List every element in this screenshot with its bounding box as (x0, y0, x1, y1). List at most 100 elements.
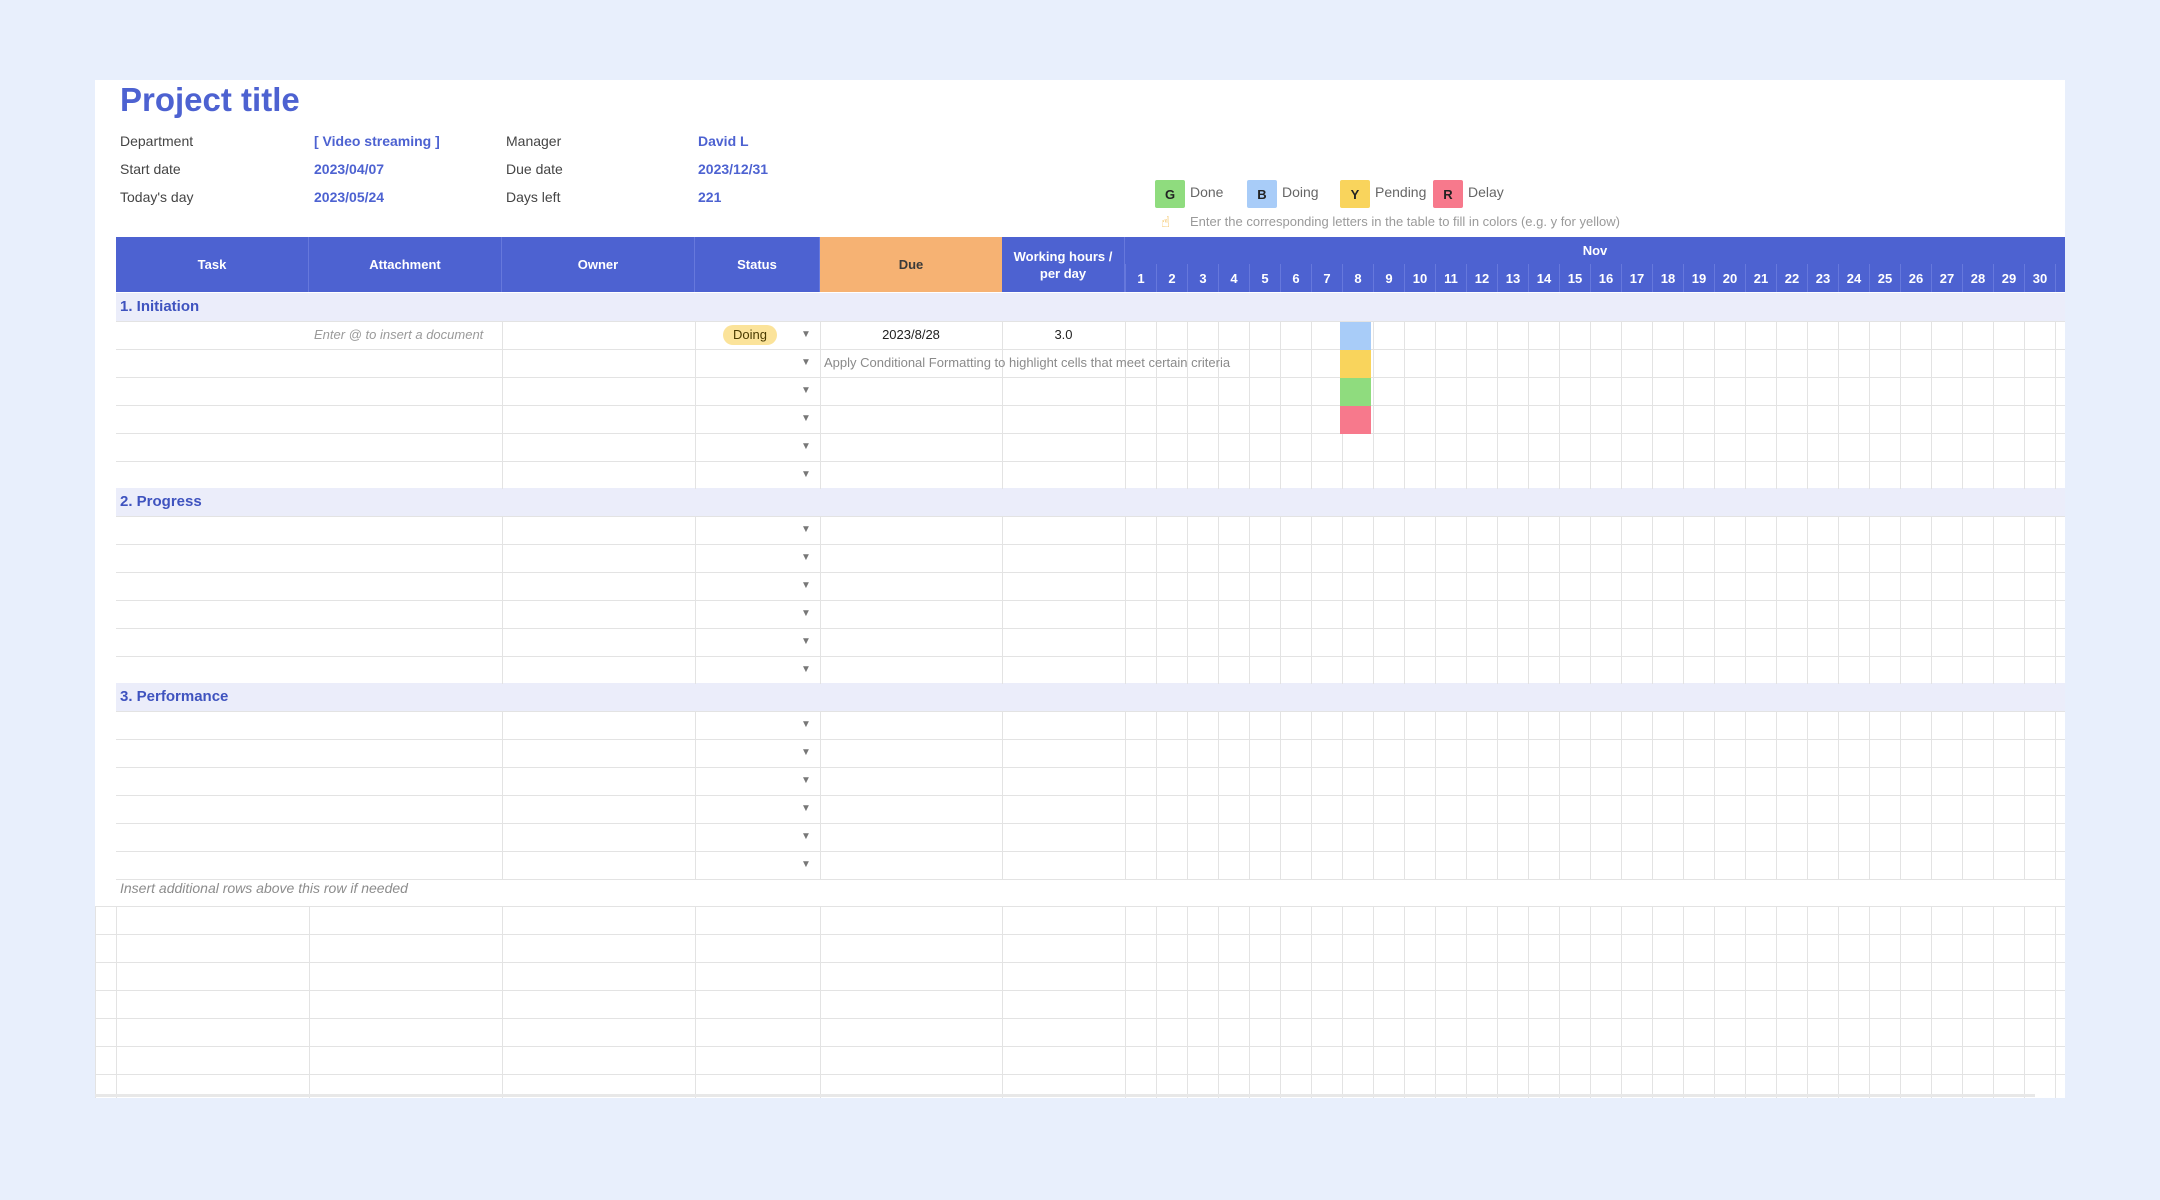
status-dropdown-arrow[interactable]: ▼ (801, 767, 811, 795)
row-divider (116, 767, 2065, 768)
row-divider (116, 739, 2065, 740)
department-label: Department (120, 133, 194, 149)
day-header: 27 (1931, 264, 1962, 292)
row-divider (116, 600, 2065, 601)
section-initiation-label[interactable]: 1. Initiation (120, 293, 199, 321)
row-divider (116, 544, 2065, 545)
due-date-value[interactable]: 2023/12/31 (698, 160, 768, 178)
status-dropdown-arrow[interactable]: ▼ (801, 795, 811, 823)
day-header: 2 (1156, 264, 1187, 292)
day-header: 3 (1187, 264, 1218, 292)
day-header: 17 (1621, 264, 1652, 292)
legend-label-pending: Pending (1375, 184, 1427, 200)
status-dropdown-arrow[interactable]: ▼ (801, 349, 811, 377)
manager-value[interactable]: David L (698, 132, 749, 150)
header-working-hours: Working hours / per day (1002, 237, 1125, 292)
status-dropdown-arrow[interactable]: ▼ (801, 377, 811, 405)
gantt-cell[interactable] (1340, 378, 1371, 406)
legend-label-doing: Doing (1282, 184, 1319, 200)
day-header: 21 (1745, 264, 1776, 292)
day-header: 19 (1683, 264, 1714, 292)
status-dropdown-arrow[interactable]: ▼ (801, 656, 811, 684)
status-dropdown-arrow[interactable]: ▼ (801, 600, 811, 628)
day-header: 6 (1280, 264, 1311, 292)
status-dropdown-arrow[interactable]: ▼ (801, 544, 811, 572)
header-attachment: Attachment (309, 237, 502, 292)
legend-swatch-delay: R (1433, 180, 1463, 208)
status-dropdown-arrow[interactable]: ▼ (801, 433, 811, 461)
status-dropdown-arrow[interactable]: ▼ (801, 516, 811, 544)
legend-swatch-pending: Y (1340, 180, 1370, 208)
day-header: 18 (1652, 264, 1683, 292)
row-divider (95, 990, 2065, 991)
status-dropdown-arrow[interactable]: ▼ (801, 711, 811, 739)
due-date-label: Due date (506, 161, 563, 177)
row-divider (116, 628, 2065, 629)
section-row[interactable] (116, 293, 2065, 321)
day-header: 4 (1218, 264, 1249, 292)
row-divider (95, 934, 2065, 935)
day-header: 5 (1249, 264, 1280, 292)
header-task: Task (116, 237, 309, 292)
status-dropdown-arrow[interactable]: ▼ (801, 628, 811, 656)
day-header: 8 (1342, 264, 1373, 292)
row-divider (95, 1018, 2065, 1019)
day-header: 29 (1993, 264, 2024, 292)
start-date-value[interactable]: 2023/04/07 (314, 160, 384, 178)
status-dropdown-arrow[interactable]: ▼ (801, 405, 811, 433)
attachment-placeholder[interactable]: Enter @ to insert a document (314, 321, 483, 349)
header-working-hours-line1: Working hours / (1013, 248, 1113, 264)
day-header: 30 (2024, 264, 2055, 292)
row-divider (116, 851, 2065, 852)
status-dropdown-arrow[interactable]: ▼ (801, 739, 811, 767)
due-date-cell[interactable]: 2023/8/28 (820, 321, 1002, 349)
day-header: 15 (1559, 264, 1590, 292)
legend-label-delay: Delay (1468, 184, 1504, 200)
row-divider (95, 1074, 2065, 1075)
row-divider (116, 405, 2065, 406)
day-header: 13 (1497, 264, 1528, 292)
gantt-cell[interactable] (1340, 406, 1371, 434)
gantt-cell[interactable] (1340, 322, 1371, 350)
row-divider (116, 879, 2065, 880)
day-header: 23 (1807, 264, 1838, 292)
conditional-formatting-note: Apply Conditional Formatting to highligh… (824, 355, 1231, 370)
row-divider (116, 795, 2065, 796)
section-row[interactable] (116, 683, 2065, 711)
row-divider (116, 823, 2065, 824)
day-header: 16 (1590, 264, 1621, 292)
status-badge[interactable]: Doing (723, 325, 777, 345)
day-header: 24 (1838, 264, 1869, 292)
todays-day-value[interactable]: 2023/05/24 (314, 188, 384, 206)
department-value[interactable]: [ Video streaming ] (314, 132, 440, 150)
status-dropdown-arrow[interactable]: ▼ (801, 851, 811, 879)
section-performance-label[interactable]: 3. Performance (120, 683, 228, 711)
working-hours-cell[interactable]: 3.0 (1002, 321, 1125, 349)
header-month: Nov (1125, 237, 2065, 264)
section-progress-label[interactable]: 2. Progress (120, 488, 202, 516)
legend-hint: Enter the corresponding letters in the t… (1190, 214, 1620, 229)
status-dropdown-arrow[interactable]: ▼ (801, 461, 811, 489)
status-dropdown-arrow[interactable]: ▼ (801, 321, 811, 349)
day-header: 26 (1900, 264, 1931, 292)
row-divider (116, 711, 2065, 712)
day-header: 1 (1125, 264, 1156, 292)
project-title[interactable]: Project title (120, 80, 300, 120)
legend-swatch-done: G (1155, 180, 1185, 208)
days-left-value[interactable]: 221 (698, 188, 721, 206)
gantt-cell[interactable] (1340, 350, 1371, 378)
header-status: Status (695, 237, 820, 292)
status-dropdown-arrow[interactable]: ▼ (801, 572, 811, 600)
day-header: 25 (1869, 264, 1900, 292)
legend-label-done: Done (1190, 184, 1224, 200)
day-header: 22 (1776, 264, 1807, 292)
pointing-hand-icon: ☝ (1161, 214, 1171, 231)
row-divider (116, 572, 2065, 573)
manager-label: Manager (506, 133, 562, 149)
spreadsheet: Project title Department [ Video streami… (95, 80, 2065, 1098)
status-dropdown-arrow[interactable]: ▼ (801, 823, 811, 851)
start-date-label: Start date (120, 161, 181, 177)
day-header: 14 (1528, 264, 1559, 292)
day-header: 20 (1714, 264, 1745, 292)
section-row[interactable] (116, 488, 2065, 516)
